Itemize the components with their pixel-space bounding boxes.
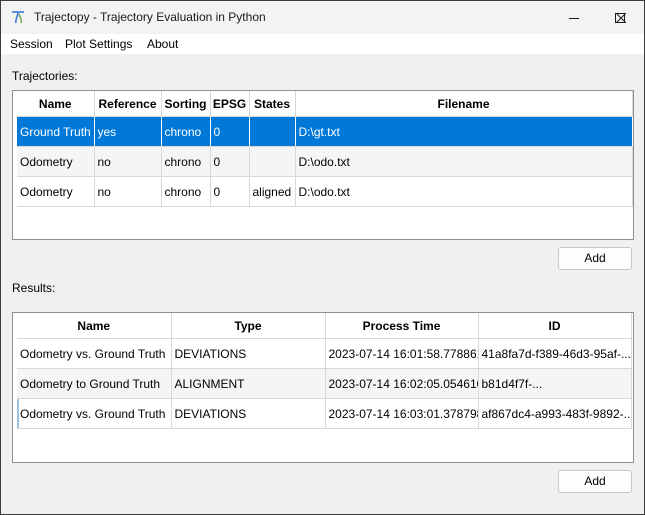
cell-filename[interactable]: D:\odo.txt — [295, 176, 633, 207]
cell-id[interactable]: af867dc4-a993-483f-9892-... — [478, 398, 632, 429]
cell-process-time[interactable]: 2023-07-14 16:01:58.778861 — [325, 338, 479, 369]
cell-reference[interactable]: no — [94, 146, 162, 177]
col-header-name[interactable]: Name — [17, 91, 95, 117]
trajectory-row[interactable]: Odometry no chrono 0 D:\odo.txt — [17, 146, 633, 177]
add-trajectory-button[interactable]: Add — [558, 247, 632, 270]
menu-plot-settings[interactable]: Plot Settings — [65, 37, 132, 51]
cell-process-time[interactable]: 2023-07-14 16:03:01.378798 — [325, 398, 479, 429]
cell-name[interactable]: Odometry — [17, 146, 95, 177]
results-header-row: Name Type Process Time ID — [17, 313, 632, 339]
menu-session[interactable]: Session — [10, 37, 53, 51]
result-row[interactable]: Odometry to Ground Truth ALIGNMENT 2023-… — [17, 368, 632, 399]
col-header-id[interactable]: ID — [478, 313, 632, 339]
trajectories-header-row: Name Reference Sorting EPSG States Filen… — [17, 91, 633, 117]
cell-reference[interactable]: no — [94, 176, 162, 207]
col-header-process-time[interactable]: Process Time — [325, 313, 479, 339]
trajectories-grid: Name Reference Sorting EPSG States Filen… — [17, 91, 633, 207]
add-result-button[interactable]: Add — [558, 470, 632, 493]
title-bar[interactable]: Trajectopy - Trajectory Evaluation in Py… — [1, 1, 644, 34]
cell-epsg[interactable]: 0 — [210, 176, 250, 207]
cell-id[interactable]: 41a8fa7d-f389-46d3-95af-... — [478, 338, 632, 369]
trajectory-row[interactable]: Ground Truth yes chrono 0 D:\gt.txt — [17, 116, 633, 147]
col-header-sorting[interactable]: Sorting — [161, 91, 211, 117]
trajectories-table[interactable]: Name Reference Sorting EPSG States Filen… — [12, 90, 634, 240]
cell-sorting[interactable]: chrono — [161, 176, 211, 207]
col-header-states[interactable]: States — [249, 91, 296, 117]
cell-name[interactable]: Ground Truth — [17, 116, 95, 147]
col-header-epsg[interactable]: EPSG — [210, 91, 250, 117]
cell-process-time[interactable]: 2023-07-14 16:02:05.054610 — [325, 368, 479, 399]
cell-sorting[interactable]: chrono — [161, 116, 211, 147]
cell-states[interactable]: aligned — [249, 176, 296, 207]
cell-name[interactable]: Odometry to Ground Truth — [17, 368, 172, 399]
result-row[interactable]: Odometry vs. Ground Truth DEVIATIONS 202… — [17, 338, 632, 369]
results-table[interactable]: Name Type Process Time ID Odometry vs. G… — [12, 312, 634, 463]
cell-filename[interactable]: D:\gt.txt — [295, 116, 633, 147]
cell-type[interactable]: ALIGNMENT — [171, 368, 326, 399]
cell-sorting[interactable]: chrono — [161, 146, 211, 177]
cell-name[interactable]: Odometry vs. Ground Truth — [17, 338, 172, 369]
results-label: Results: — [12, 281, 56, 295]
minimize-icon — [569, 17, 579, 19]
cell-name[interactable]: Odometry vs. Ground Truth — [17, 398, 172, 429]
menu-bar: Session Plot Settings About — [1, 34, 644, 54]
trajectories-label: Trajectories: — [12, 69, 78, 83]
results-grid: Name Type Process Time ID Odometry vs. G… — [17, 313, 632, 429]
minimize-button[interactable] — [551, 1, 597, 34]
col-header-name[interactable]: Name — [17, 313, 172, 339]
trajectory-row[interactable]: Odometry no chrono 0 aligned D:\odo.txt — [17, 176, 633, 207]
trajectopy-app-icon — [12, 11, 24, 24]
app-window: Trajectopy - Trajectory Evaluation in Py… — [0, 0, 645, 515]
col-header-type[interactable]: Type — [171, 313, 326, 339]
window-title: Trajectopy - Trajectory Evaluation in Py… — [34, 10, 266, 24]
cell-id[interactable]: b81d4f7f-... — [478, 368, 632, 399]
cell-name[interactable]: Odometry — [17, 176, 95, 207]
col-header-filename[interactable]: Filename — [295, 91, 633, 117]
close-button[interactable] — [598, 1, 644, 34]
menu-about[interactable]: About — [147, 37, 178, 51]
col-header-reference[interactable]: Reference — [94, 91, 162, 117]
result-row[interactable]: Odometry vs. Ground Truth DEVIATIONS 202… — [17, 398, 632, 429]
cell-states[interactable] — [249, 116, 296, 147]
close-icon — [616, 12, 626, 23]
cell-reference[interactable]: yes — [94, 116, 162, 147]
cell-type[interactable]: DEVIATIONS — [171, 398, 326, 429]
cell-states[interactable] — [249, 146, 296, 177]
cell-epsg[interactable]: 0 — [210, 116, 250, 147]
cell-type[interactable]: DEVIATIONS — [171, 338, 326, 369]
cell-epsg[interactable]: 0 — [210, 146, 250, 177]
cell-filename[interactable]: D:\odo.txt — [295, 146, 633, 177]
